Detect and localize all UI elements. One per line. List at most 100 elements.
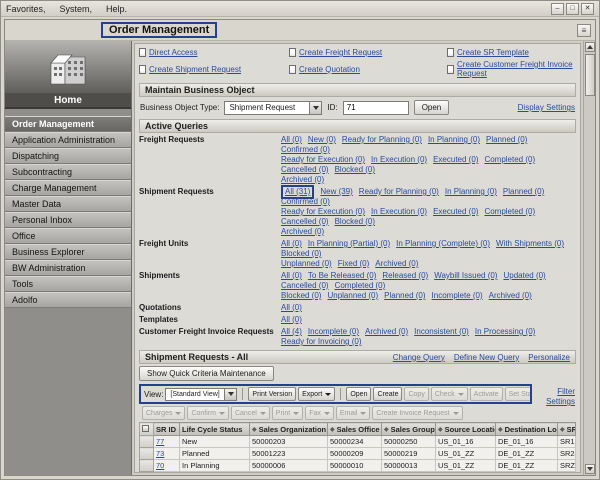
- select-all-header[interactable]: [139, 422, 154, 436]
- sidebar-item-application-administration[interactable]: Application Administration: [5, 132, 131, 148]
- query-link-confirmed-0[interactable]: Confirmed (0): [281, 145, 330, 155]
- open-button[interactable]: Open: [346, 387, 372, 401]
- show-quick-criteria-button[interactable]: Show Quick Criteria Maintenance: [139, 366, 274, 381]
- query-link-released-0[interactable]: Released (0): [382, 271, 428, 281]
- query-link-confirmed-0[interactable]: Confirmed (0): [281, 197, 330, 207]
- query-link-in-execution-0[interactable]: In Execution (0): [371, 155, 427, 165]
- sr-id-link[interactable]: 73: [156, 449, 164, 458]
- filter-settings-link[interactable]: Filter Settings: [537, 387, 575, 407]
- query-link-planned-0[interactable]: Planned (0): [384, 291, 425, 301]
- select-all-icon[interactable]: [142, 424, 149, 432]
- row-selector[interactable]: [139, 447, 154, 460]
- query-link-blocked-0[interactable]: Blocked (0): [335, 217, 375, 227]
- column-header-sales-office[interactable]: ◆ Sales Office: [327, 422, 382, 436]
- scroll-down-icon[interactable]: [584, 464, 595, 474]
- query-link-planned-0[interactable]: Planned (0): [486, 135, 527, 145]
- create-sr-template-link[interactable]: Create SR Template: [457, 48, 529, 57]
- maximize-icon[interactable]: □: [566, 2, 579, 15]
- menu-item-system[interactable]: System,: [60, 4, 93, 14]
- minimize-icon[interactable]: –: [551, 2, 564, 15]
- column-header-sr-id[interactable]: SR ID: [153, 422, 180, 436]
- query-link-new-0[interactable]: New (0): [308, 135, 336, 145]
- sidebar-item-business-explorer[interactable]: Business Explorer: [5, 244, 131, 260]
- query-link-incomplete-0[interactable]: Incomplete (0): [432, 291, 483, 301]
- menu-item-help[interactable]: Help.: [106, 4, 127, 14]
- query-link-completed-0[interactable]: Completed (0): [484, 155, 535, 165]
- create-button[interactable]: Create: [373, 387, 403, 401]
- query-link-ready-for-planning-0[interactable]: Ready for Planning (0): [342, 135, 422, 145]
- chevron-down-icon[interactable]: [309, 101, 322, 114]
- column-header-life-cycle-status[interactable]: Life Cycle Status: [179, 422, 250, 436]
- sidebar-item-bw-administration[interactable]: BW Administration: [5, 260, 131, 276]
- vertical-scrollbar[interactable]: [583, 41, 595, 475]
- column-header-sales-organization[interactable]: ◆ Sales Organization: [249, 422, 328, 436]
- query-link-ready-for-invoicing-0[interactable]: Ready for Invoicing (0): [281, 337, 361, 347]
- personalize-link[interactable]: Personalize: [528, 353, 570, 362]
- scroll-up-icon[interactable]: [584, 42, 595, 52]
- direct-access-link[interactable]: Direct Access: [149, 48, 197, 57]
- query-link-cancelled-0[interactable]: Cancelled (0): [281, 165, 329, 175]
- sidebar-item-charge-management[interactable]: Charge Management: [5, 180, 131, 196]
- sidebar-item-personal-inbox[interactable]: Personal Inbox: [5, 212, 131, 228]
- query-link-archived-0[interactable]: Archived (0): [375, 259, 418, 269]
- query-link-blocked-0[interactable]: Blocked (0): [335, 165, 375, 175]
- sidebar-item-adolfo[interactable]: Adolfo: [5, 292, 131, 308]
- query-link-blocked-0[interactable]: Blocked (0): [281, 249, 321, 259]
- query-link-completed-0[interactable]: Completed (0): [335, 281, 386, 291]
- sidebar-item-office[interactable]: Office: [5, 228, 131, 244]
- query-link-completed-0[interactable]: Completed (0): [484, 207, 535, 217]
- query-link-all-0[interactable]: All (0): [281, 135, 302, 145]
- query-link-unplanned-0[interactable]: Unplanned (0): [327, 291, 378, 301]
- query-link-inconsistent-0[interactable]: Inconsistent (0): [414, 327, 469, 337]
- query-link-cancelled-0[interactable]: Cancelled (0): [281, 217, 329, 227]
- query-link-all-0[interactable]: All (0): [281, 303, 302, 313]
- query-link-executed-0[interactable]: Executed (0): [433, 155, 478, 165]
- sidebar-item-dispatching[interactable]: Dispatching: [5, 148, 131, 164]
- open-button[interactable]: Open: [413, 100, 450, 115]
- column-header-sr-type[interactable]: ◆SR Type: [557, 422, 576, 436]
- create-quotation-link[interactable]: Create Quotation: [299, 65, 360, 74]
- query-link-in-planning-0[interactable]: In Planning (0): [428, 135, 480, 145]
- query-link-archived-0[interactable]: Archived (0): [365, 327, 408, 337]
- query-link-unplanned-0[interactable]: Unplanned (0): [281, 259, 332, 269]
- query-link-cancelled-0[interactable]: Cancelled (0): [281, 281, 329, 291]
- sidebar-item-master-data[interactable]: Master Data: [5, 196, 131, 212]
- menu-item-favorites[interactable]: Favorites,: [6, 4, 46, 14]
- query-link-fixed-0[interactable]: Fixed (0): [338, 259, 370, 269]
- query-link-planned-0[interactable]: Planned (0): [503, 187, 544, 197]
- query-link-incomplete-0[interactable]: Incomplete (0): [308, 327, 359, 337]
- query-link-to-be-released-0[interactable]: To Be Released (0): [308, 271, 376, 281]
- row-selector[interactable]: [139, 471, 154, 472]
- sr-id-link[interactable]: 77: [156, 437, 164, 446]
- print-version-button[interactable]: Print Version: [248, 387, 297, 401]
- query-link-archived-0[interactable]: Archived (0): [281, 227, 324, 237]
- create-shipment-request-link[interactable]: Create Shipment Request: [149, 65, 241, 74]
- query-link-in-execution-0[interactable]: In Execution (0): [371, 207, 427, 217]
- query-link-with-shipments-0[interactable]: With Shipments (0): [496, 239, 564, 249]
- query-link-in-planning-partial-0[interactable]: In Planning (Partial) (0): [308, 239, 390, 249]
- change-query-link[interactable]: Change Query: [393, 353, 445, 362]
- query-link-all-0[interactable]: All (0): [281, 315, 302, 325]
- query-link-all-0[interactable]: All (0): [281, 239, 302, 249]
- query-link-ready-for-execution-0[interactable]: Ready for Execution (0): [281, 207, 365, 217]
- column-header-sales-group[interactable]: ◆ Sales Group: [381, 422, 436, 436]
- query-link-in-processing-0[interactable]: In Processing (0): [475, 327, 535, 337]
- create-freight-request-link[interactable]: Create Freight Request: [299, 48, 382, 57]
- query-link-waybill-issued-0[interactable]: Waybill Issued (0): [434, 271, 497, 281]
- row-selector[interactable]: [139, 435, 154, 448]
- close-icon[interactable]: ✕: [581, 2, 594, 15]
- display-settings-link[interactable]: Display Settings: [518, 103, 575, 112]
- view-select[interactable]: [Standard View]: [165, 387, 238, 401]
- query-link-in-planning-0[interactable]: In Planning (0): [445, 187, 497, 197]
- query-link-blocked-0[interactable]: Blocked (0): [281, 291, 321, 301]
- query-link-archived-0[interactable]: Archived (0): [281, 175, 324, 185]
- id-input[interactable]: [342, 100, 409, 115]
- query-link-all-4[interactable]: All (4): [281, 327, 302, 337]
- query-link-archived-0[interactable]: Archived (0): [489, 291, 532, 301]
- query-link-in-planning-complete-0[interactable]: In Planning (Complete) (0): [396, 239, 490, 249]
- query-link-ready-for-planning-0[interactable]: Ready for Planning (0): [359, 187, 439, 197]
- query-link-new-39[interactable]: New (39): [320, 187, 352, 197]
- query-link-updated-0[interactable]: Updated (0): [503, 271, 545, 281]
- define-new-query-link[interactable]: Define New Query: [454, 353, 519, 362]
- vertical-scrollbar-thumb[interactable]: [584, 54, 595, 96]
